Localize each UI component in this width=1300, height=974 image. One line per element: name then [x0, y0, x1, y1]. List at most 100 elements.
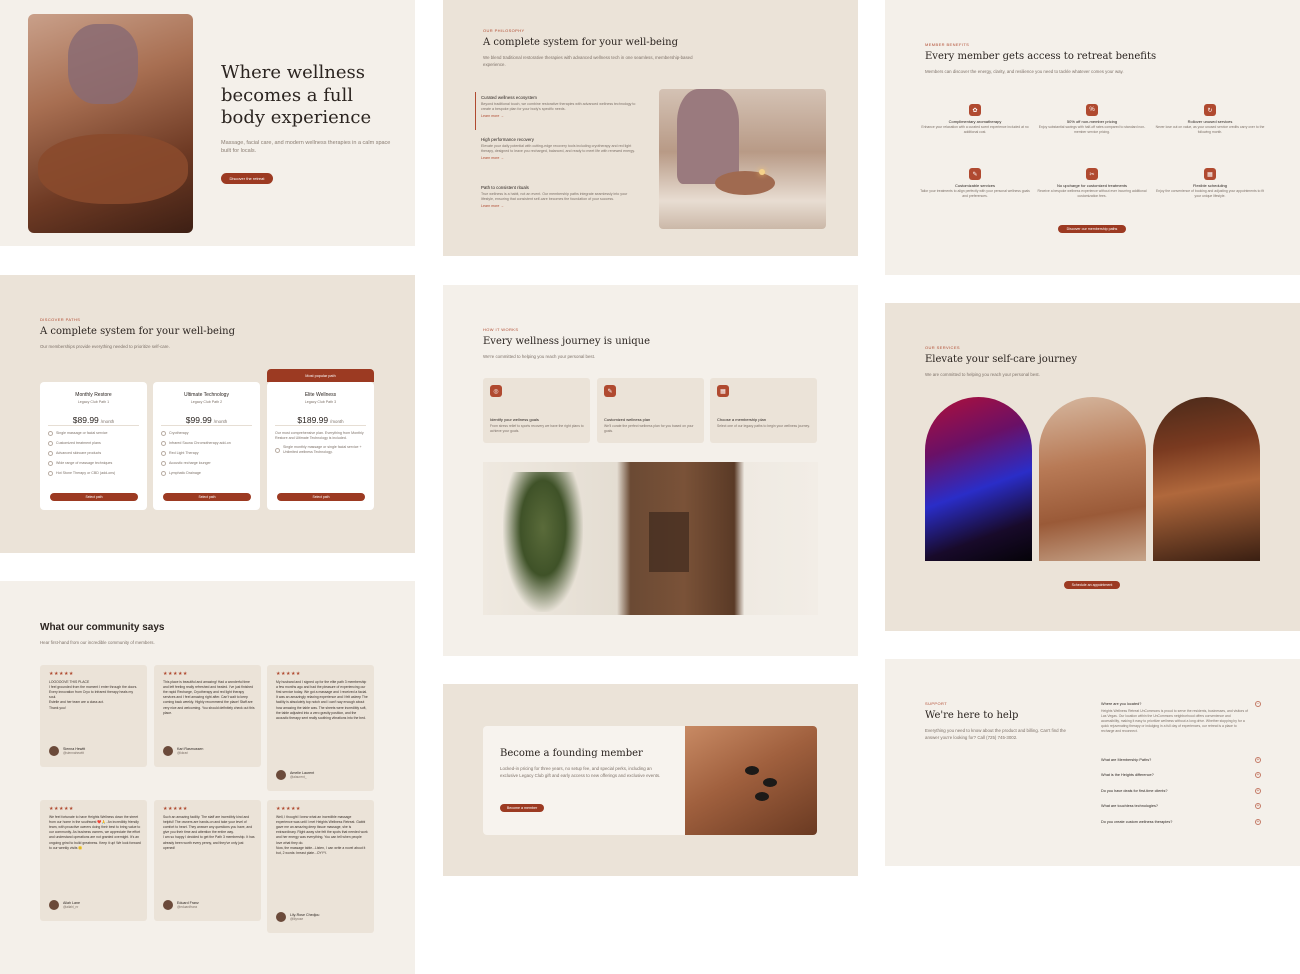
faq-answer: Heights Wellness Retreat UnCommons is pr…	[1101, 709, 1248, 734]
discover-retreat-button[interactable]: Discover the retreat	[221, 173, 273, 184]
plan-price: $99.99	[185, 415, 212, 425]
plan-subtitle: Legacy Club Path 1	[77, 400, 110, 404]
check-circle-icon	[161, 441, 166, 447]
step-title: Identify your wellness goals	[490, 417, 539, 422]
review-text: We feel fortunate to have Heights Wellne…	[49, 815, 141, 850]
faq-item[interactable]: What are touchless technologies? +	[1101, 800, 1261, 812]
benefit-icon: ✂	[1086, 168, 1098, 180]
faq-item[interactable]: Do you have deals for first-time clients…	[1101, 785, 1261, 797]
plan-feature: Single monthly massage or single facial …	[275, 445, 367, 456]
learn-more-link[interactable]: Learn more →	[481, 204, 641, 209]
schedule-appointment-button[interactable]: Schedule an appointment	[1064, 581, 1120, 589]
benefit-text: Never lose out on value, as your unused …	[1155, 125, 1265, 135]
reviewer-info: Ailah Lane @ailahl_nr	[63, 901, 80, 910]
step-title: Customized wellness plan	[604, 417, 651, 422]
check-circle-icon	[161, 450, 166, 456]
reviewer: Kari Rasmussen @kkrari	[163, 746, 203, 756]
services-section: OUR SERVICES Elevate your self-care jour…	[885, 303, 1300, 631]
faq-item[interactable]: What are Membership Paths? +	[1101, 754, 1261, 766]
support-desc: Everything you need to know about the pr…	[925, 728, 1066, 740]
plan-card: Elite Wellness Legacy Club Path 3 $189.99/…	[267, 382, 374, 510]
benefit-title: Customizable services	[954, 183, 995, 188]
how-step-card: ✎ Customized wellness plan We'll curate th…	[597, 378, 704, 443]
faq-question: What are touchless technologies?	[1101, 804, 1158, 808]
discover-paths-button[interactable]: Discover our membership paths	[1058, 225, 1126, 233]
benefit-text: Enjoy substantial savings with half-off …	[1038, 125, 1146, 135]
learn-more-link[interactable]: Learn more →	[481, 156, 641, 161]
infrared-sauna-photo	[925, 397, 1032, 561]
benefit-item: ▦ Flexible scheduling Enjoy the convenienc…	[1155, 168, 1265, 199]
plan-subtitle: Legacy Club Path 3	[304, 400, 337, 404]
benefit-text: Tailor your treatments to align perfectl…	[920, 189, 1030, 199]
benefit-icon: %	[1086, 104, 1098, 116]
plan-name: Ultimate Technology	[184, 392, 229, 398]
plan-feature-text: Red Light Therapy	[169, 450, 199, 455]
check-circle-icon	[48, 450, 53, 456]
expand-icon[interactable]: +	[1255, 772, 1261, 778]
back-massage-photo	[1039, 397, 1146, 561]
expand-icon[interactable]: +	[1255, 757, 1261, 763]
avatar	[276, 770, 286, 780]
select-path-button[interactable]: Select path	[163, 493, 251, 501]
plan-feature-text: Cryotherapy	[169, 431, 189, 435]
philosophy-item[interactable]: Curated wellness ecosystem Beyond tradit…	[481, 95, 641, 120]
learn-more-link[interactable]: Learn more →	[481, 114, 641, 119]
step-text: From stress relief to sports recovery we…	[490, 424, 584, 434]
faq-item[interactable]: Do you create custom wellness therapies?…	[1101, 816, 1261, 828]
plan-feature-text: Single monthly massage or single facial …	[283, 444, 362, 455]
collapse-icon[interactable]: −	[1255, 701, 1261, 707]
philosophy-eyebrow: OUR PHILOSOPHY	[483, 28, 525, 33]
rating-stars: ★★★★★	[163, 671, 188, 677]
founding-title: Become a founding member	[500, 748, 643, 759]
how-step-card: ◎ Identify your wellness goals From stress…	[483, 378, 590, 443]
paths-desc: Our memberships provide everything neede…	[40, 344, 170, 349]
check-circle-icon	[161, 460, 166, 466]
philosophy-item-text: True wellness is a habit, not an event. …	[481, 191, 628, 201]
plan-feature: Acoustic recharge lounger	[161, 461, 253, 466]
benefit-icon: ✿	[969, 104, 981, 116]
benefits-desc: Members can discover the energy, clarity…	[925, 69, 1124, 74]
benefits-section: MEMBER BENEFITS Every member gets access…	[885, 0, 1300, 275]
select-path-button[interactable]: Select path	[50, 493, 138, 501]
faq-question: What is the Heights difference?	[1101, 773, 1154, 777]
plan-feature: Customized treatment plans	[48, 441, 140, 447]
faq-item[interactable]: What is the Heights difference? +	[1101, 769, 1261, 781]
benefit-title: 50% off non-member pricing	[1066, 119, 1118, 124]
services-eyebrow: OUR SERVICES	[925, 345, 960, 350]
plant-door-photo	[483, 462, 818, 615]
review-card: ★★★★★ LOOOOOVE THIS PLACE I feel grounded…	[40, 665, 147, 767]
plan-feature: Hot Stone Therapy or CBD (add-ons)	[48, 471, 140, 476]
benefit-title: Rollover unused services	[1187, 119, 1233, 124]
plan-feature: Single massage or facial service	[48, 431, 140, 437]
support-title: We're here to help	[925, 710, 1019, 721]
plan-features: Our most comprehensive plan. Everything …	[275, 431, 367, 460]
avatar	[276, 912, 286, 922]
check-circle-icon	[48, 431, 53, 437]
philosophy-item-text: Beyond traditional touch, we combine res…	[481, 101, 636, 111]
reviewer-info: Lily-Rose Chedjou @lilyrose	[290, 913, 319, 922]
expand-icon[interactable]: +	[1255, 803, 1261, 809]
rating-stars: ★★★★★	[163, 806, 188, 812]
become-member-button[interactable]: Become a member	[500, 804, 544, 812]
reviewer-name: Eduard Franz	[177, 900, 199, 905]
step-icon: ✎	[604, 385, 616, 397]
reviewer-name: Ailah Lane	[63, 900, 80, 905]
testimonials-title: What our community says	[40, 622, 165, 633]
select-path-button[interactable]: Select path	[277, 493, 365, 501]
reviewer-info: Amelie Laurent @alaurent_	[290, 771, 314, 780]
philosophy-item[interactable]: High performance recovery Elevate your d…	[481, 137, 641, 162]
faq-item-open[interactable]: Where are you located? − Heights Wellnes…	[1101, 701, 1261, 735]
expand-icon[interactable]: +	[1255, 819, 1261, 825]
step-text: Select one of our legacy paths to begin …	[717, 424, 810, 428]
philosophy-item[interactable]: Path to consistent rituals True wellness…	[481, 185, 641, 210]
founding-desc: Locked-in pricing for three years, no se…	[500, 766, 661, 778]
expand-icon[interactable]: +	[1255, 788, 1261, 794]
check-circle-icon	[48, 470, 53, 476]
check-circle-icon	[48, 460, 53, 466]
check-circle-icon	[161, 431, 166, 437]
reviewer-info: Kari Rasmussen @kkrari	[177, 747, 203, 756]
reviewer: Lily-Rose Chedjou @lilyrose	[276, 912, 319, 922]
review-card: ★★★★★ Well, I thought I knew what an incr…	[267, 800, 374, 933]
plan-name: Elite Wellness	[304, 392, 337, 398]
benefit-title: Complimentary aromatherapy	[948, 119, 1002, 124]
